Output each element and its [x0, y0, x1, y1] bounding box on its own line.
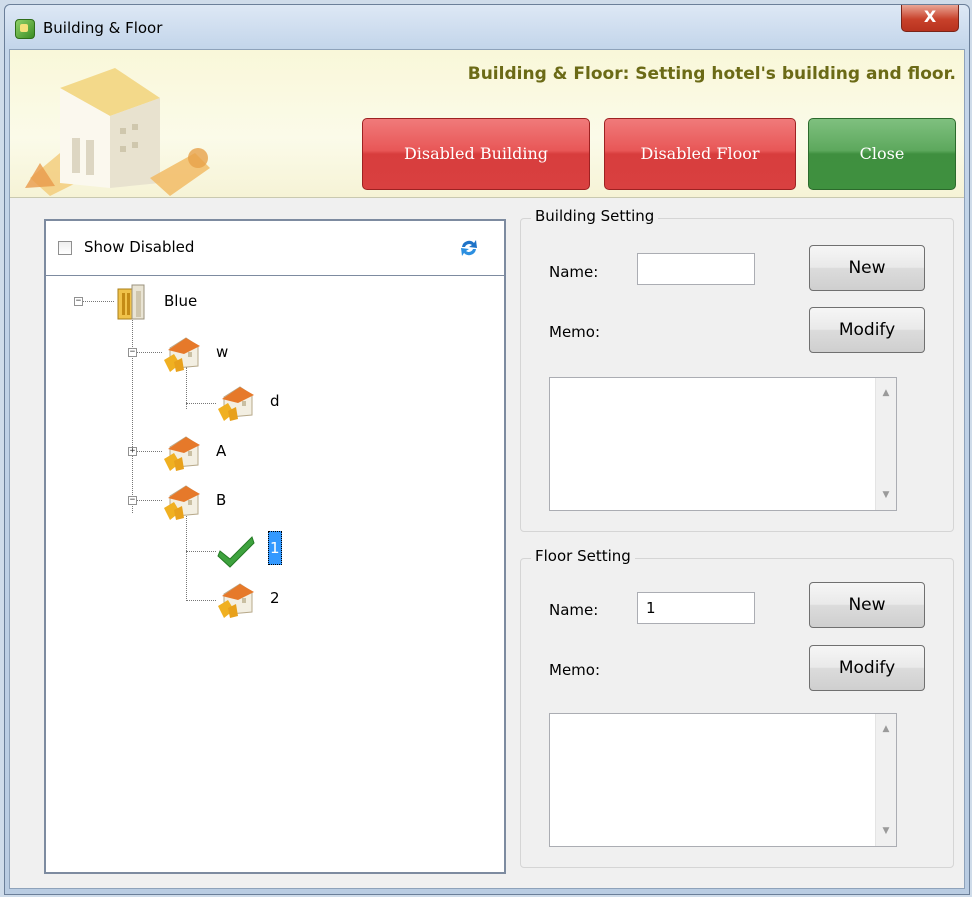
header-banner: Building & Floor: Setting hotel's buildi… — [10, 50, 964, 198]
house-icon — [164, 436, 200, 471]
app-icon — [15, 19, 35, 39]
floor-setting-title: Floor Setting — [531, 547, 635, 565]
tree-connector — [186, 511, 187, 601]
floor-setting-group: Floor Setting Name: 1 New Memo: Modify ▲… — [520, 547, 954, 868]
checkmark-icon — [217, 536, 255, 568]
building-memo-label: Memo: — [549, 323, 601, 341]
disabled-building-button[interactable]: Disabled Building — [362, 118, 590, 190]
window-close-button[interactable]: X — [901, 5, 959, 32]
tall-building-icon — [117, 284, 145, 320]
house-icon — [164, 337, 200, 372]
building-name-label: Name: — [549, 263, 599, 281]
building-tree-panel: Show Disabled − − + − Blue w d A B 1 2 — [44, 219, 506, 874]
close-button[interactable]: Close — [808, 118, 956, 190]
tree-node-w[interactable]: w — [162, 332, 228, 376]
title-bar[interactable]: Building & Floor X — [5, 5, 969, 49]
tree-toolbar: Show Disabled — [46, 221, 504, 276]
memo-scrollbar[interactable]: ▲ ▼ — [875, 714, 896, 846]
tree-node-label: w — [216, 343, 229, 361]
show-disabled-label[interactable]: Show Disabled — [84, 238, 194, 256]
disabled-floor-button[interactable]: Disabled Floor — [604, 118, 796, 190]
tree-node-blue[interactable]: Blue — [112, 281, 197, 325]
tree-connector — [186, 403, 216, 404]
floor-memo-textarea[interactable]: ▲ ▼ — [549, 713, 897, 847]
header-description: Building & Floor: Setting hotel's buildi… — [467, 64, 956, 84]
window-title: Building & Floor — [43, 19, 163, 37]
tree-node-b[interactable]: B — [162, 480, 226, 524]
memo-scrollbar[interactable]: ▲ ▼ — [875, 378, 896, 510]
scroll-up-icon[interactable]: ▲ — [876, 720, 896, 738]
tree-node-d[interactable]: d — [216, 381, 280, 425]
floor-memo-label: Memo: — [549, 661, 601, 679]
floor-new-button[interactable]: New — [809, 582, 925, 628]
scroll-down-icon[interactable]: ▼ — [876, 822, 896, 840]
floor-modify-button[interactable]: Modify — [809, 645, 925, 691]
expand-toggle[interactable]: + — [128, 447, 137, 456]
scroll-up-icon[interactable]: ▲ — [876, 384, 896, 402]
tree-node-label: d — [270, 392, 280, 410]
building-memo-textarea[interactable]: ▲ ▼ — [549, 377, 897, 511]
collapse-toggle[interactable]: − — [74, 297, 83, 306]
house-icon — [218, 583, 254, 618]
show-disabled-checkbox[interactable] — [58, 241, 72, 255]
building-name-input[interactable] — [637, 253, 755, 285]
floor-name-label: Name: — [549, 601, 599, 619]
tree-node-label: 1 — [268, 531, 282, 565]
house-icon — [218, 386, 254, 421]
building-setting-group: Building Setting Name: New Memo: Modify … — [520, 207, 954, 532]
tree-node-2[interactable]: 2 — [216, 578, 280, 622]
house-icon — [164, 485, 200, 520]
tree-node-label: Blue — [164, 292, 198, 310]
scroll-down-icon[interactable]: ▼ — [876, 486, 896, 504]
collapse-toggle[interactable]: − — [128, 348, 137, 357]
collapse-toggle[interactable]: − — [128, 496, 137, 505]
building-modify-button[interactable]: Modify — [809, 307, 925, 353]
tree-node-1[interactable]: 1 — [216, 529, 282, 573]
tree-node-label: B — [216, 491, 227, 509]
tree-connector — [186, 600, 216, 601]
building-setting-title: Building Setting — [531, 207, 659, 225]
client-area: Building & Floor: Setting hotel's buildi… — [9, 49, 965, 889]
tree-connector — [80, 301, 114, 302]
building-new-button[interactable]: New — [809, 245, 925, 291]
tree-node-a[interactable]: A — [162, 431, 226, 475]
tree-connector — [186, 551, 216, 552]
main-window: Building & Floor X Building & Floor: Set… — [4, 4, 970, 895]
tree-node-label: A — [216, 442, 227, 460]
floor-name-input[interactable]: 1 — [637, 592, 755, 624]
refresh-icon[interactable] — [458, 237, 480, 259]
building-illustration-icon — [25, 68, 210, 196]
tree-node-label: 2 — [270, 589, 280, 607]
